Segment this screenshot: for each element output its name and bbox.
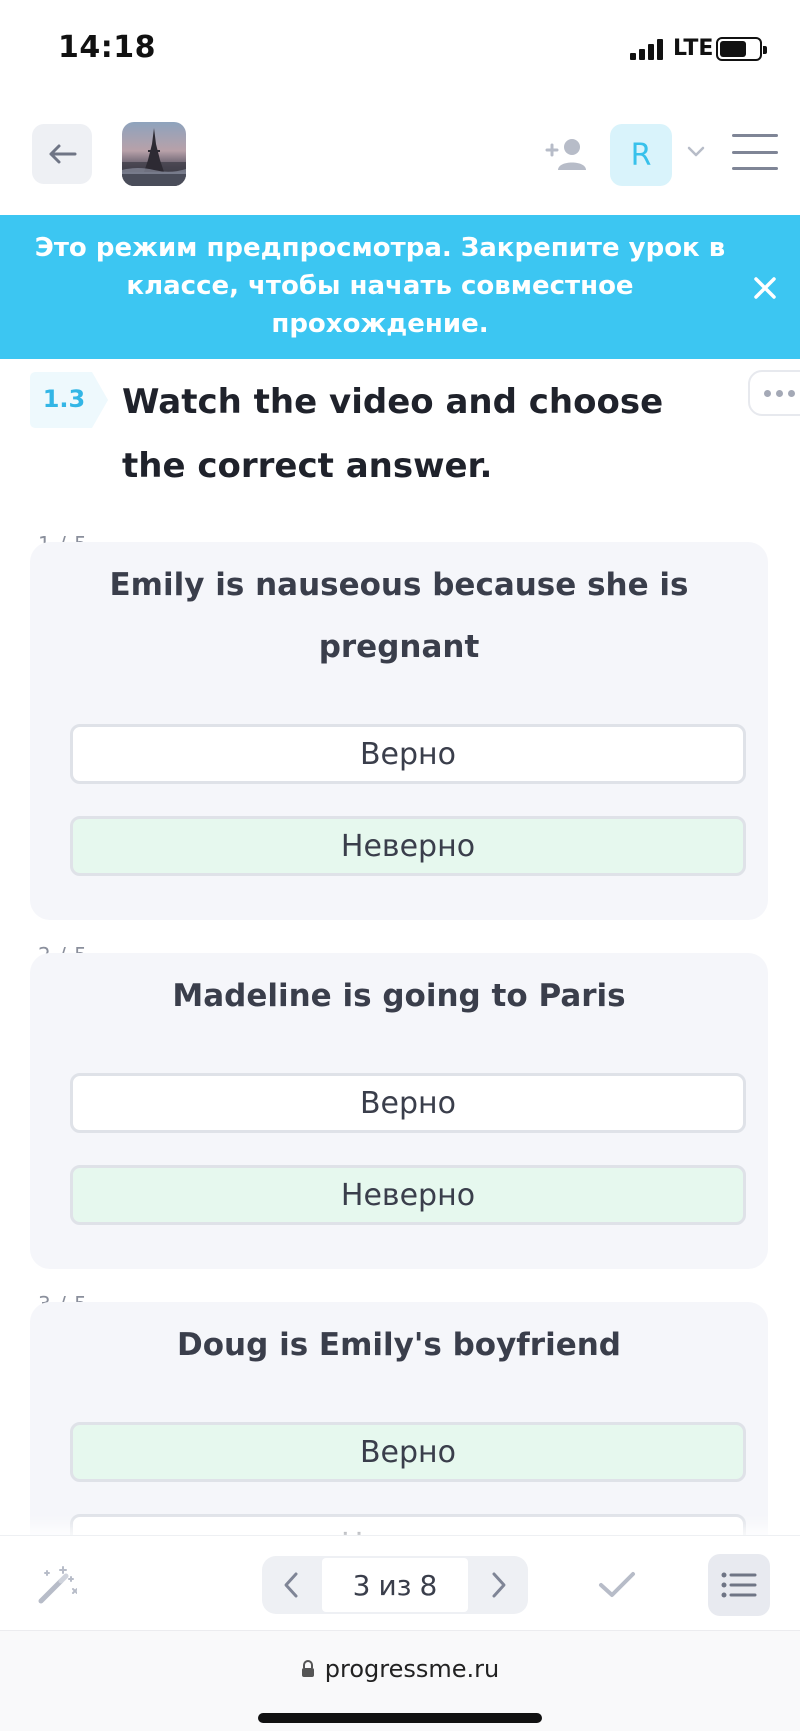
lesson-thumbnail[interactable] [122, 122, 186, 186]
back-arrow-icon [49, 144, 77, 164]
exercise-number: 1.3 [42, 385, 86, 413]
list-icon [721, 1572, 757, 1598]
pager: 3 из 8 [262, 1556, 528, 1614]
lesson-toolbar: 3 из 8 [0, 1535, 800, 1630]
current-page: 3 [352, 1568, 371, 1602]
status-bar: 14:18 LTE [0, 0, 800, 100]
close-banner-button[interactable] [742, 265, 788, 311]
option-true[interactable]: Верно [70, 1422, 746, 1482]
preview-banner-text: Это режим предпросмотра. Закрепите урок … [34, 233, 726, 339]
lock-icon [301, 1660, 314, 1677]
page-indicator: 3 из 8 [322, 1558, 468, 1612]
network-label: LTE [673, 36, 714, 61]
add-user-icon [545, 139, 586, 170]
next-page-button[interactable] [470, 1556, 528, 1614]
chevron-right-icon [492, 1572, 506, 1598]
page-separator: из [378, 1568, 412, 1602]
status-time: 14:18 [58, 30, 156, 65]
user-avatar[interactable]: R [610, 124, 672, 186]
question-card: Madeline is going to Paris Верно Неверно [30, 953, 768, 1269]
magic-wand-icon [38, 1566, 77, 1604]
menu-button[interactable] [730, 130, 780, 174]
chevron-down-icon [687, 146, 705, 157]
magic-wand-button[interactable] [30, 1560, 80, 1610]
previous-page-button[interactable] [262, 1556, 320, 1614]
app-header: R [0, 100, 800, 215]
url-text: progressme.ru [324, 1655, 500, 1683]
question-text: Doug is Emily's boyfriend [176, 1327, 621, 1363]
check-answers-button[interactable] [592, 1560, 642, 1610]
battery-icon [716, 37, 767, 61]
close-icon [754, 277, 776, 299]
url-display[interactable]: progressme.ru [0, 1655, 800, 1683]
menu-icon [732, 134, 778, 137]
eiffel-tower-image [122, 128, 186, 186]
preview-banner: Это режим предпросмотра. Закрепите урок … [0, 215, 800, 359]
back-button[interactable] [32, 124, 92, 184]
total-pages: 8 [419, 1568, 438, 1602]
more-icon [764, 389, 771, 397]
home-indicator [258, 1713, 542, 1723]
exercise-number-badge: 1.3 [30, 372, 108, 428]
checkmark-icon [599, 1572, 635, 1597]
chevron-left-icon [284, 1572, 298, 1598]
browser-url-bar[interactable]: progressme.ru [0, 1630, 800, 1731]
question-text: Emily is nauseous because she is pregnan… [109, 567, 689, 665]
more-options-button[interactable] [748, 370, 800, 416]
option-false[interactable]: Неверно [70, 1165, 746, 1225]
exercise-title: Watch the video and choose the correct a… [122, 382, 664, 486]
option-false[interactable]: Неверно [70, 816, 746, 876]
account-dropdown[interactable] [684, 140, 708, 164]
question-text: Madeline is going to Paris [172, 978, 626, 1014]
exercise-list-button[interactable] [708, 1554, 770, 1616]
add-user-button[interactable] [540, 130, 592, 178]
option-true[interactable]: Верно [70, 1073, 746, 1133]
option-true[interactable]: Верно [70, 724, 746, 784]
question-card: Emily is nauseous because she is pregnan… [30, 542, 768, 920]
signal-icon [630, 38, 668, 60]
